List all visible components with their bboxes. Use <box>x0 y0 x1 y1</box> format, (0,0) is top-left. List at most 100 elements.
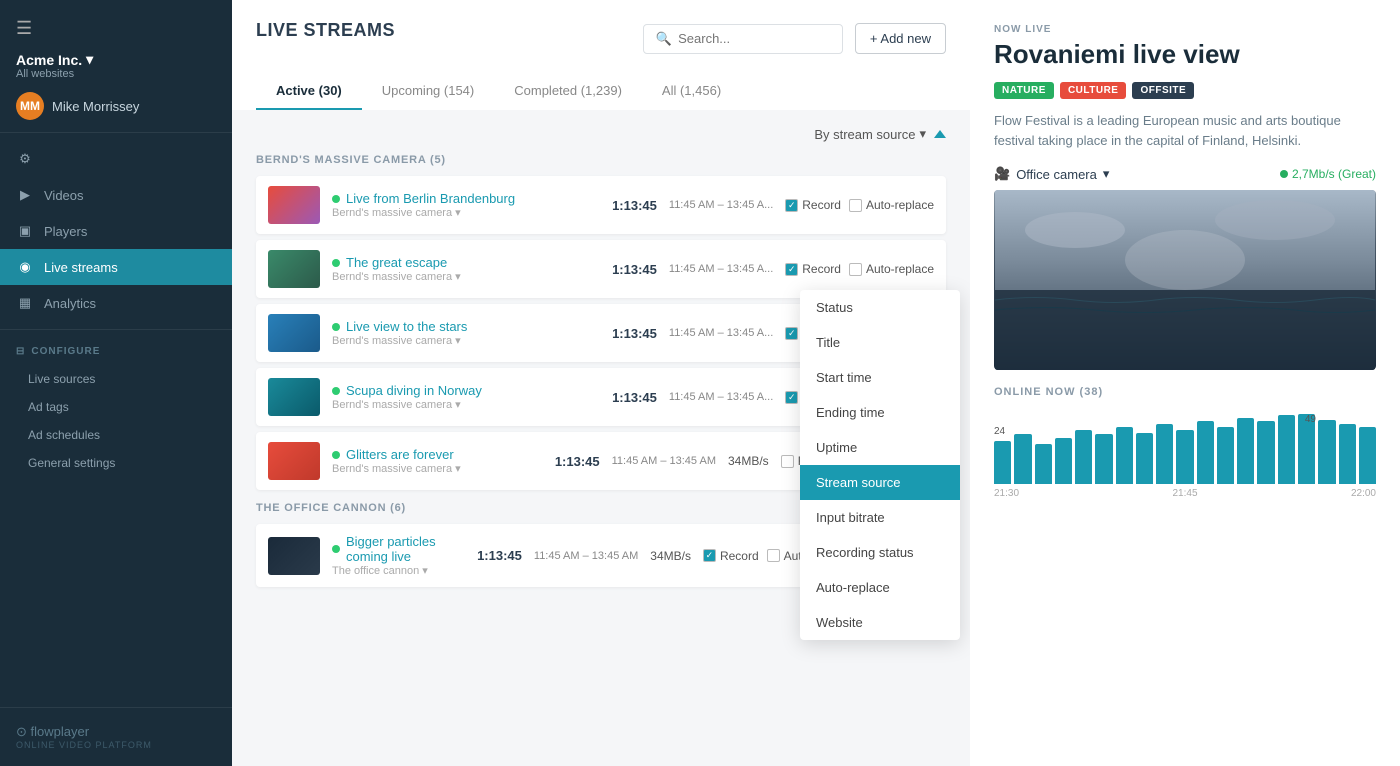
chart-bars <box>994 414 1376 484</box>
tabs: Active (30) Upcoming (154) Completed (1,… <box>256 73 946 110</box>
sort-arrow-icon[interactable] <box>934 130 946 138</box>
tab-upcoming[interactable]: Upcoming (154) <box>362 73 495 110</box>
record-checkbox[interactable]: ✓ <box>703 549 716 562</box>
dropdown-item-input-bitrate[interactable]: Input bitrate <box>800 500 960 535</box>
search-box[interactable]: 🔍 <box>643 24 843 54</box>
auto-replace-checkbox[interactable] <box>849 199 862 212</box>
dropdown-item-website[interactable]: Website <box>800 605 960 640</box>
chart-bar <box>1075 430 1092 484</box>
configure-item-general-settings[interactable]: General settings <box>0 449 232 477</box>
stream-info: Bigger particles coming live The office … <box>332 534 465 577</box>
dropdown-item-start-time[interactable]: Start time <box>800 360 960 395</box>
configure-item-live-sources[interactable]: Live sources <box>0 365 232 393</box>
stream-info: Live view to the stars Bernd's massive c… <box>332 319 600 347</box>
tab-active[interactable]: Active (30) <box>256 73 362 110</box>
detail-preview <box>994 190 1376 370</box>
search-icon: 🔍 <box>656 31 672 47</box>
stream-thumbnail <box>268 378 320 416</box>
dropdown-item-stream-source[interactable]: Stream source <box>800 465 960 500</box>
tab-all[interactable]: All (1,456) <box>642 73 741 110</box>
chart-labels: 21:30 21:45 22:00 <box>994 488 1376 499</box>
stream-source[interactable]: Bernd's massive camera ▾ <box>332 270 600 283</box>
chart-bar <box>1339 424 1356 484</box>
sidebar-item-videos[interactable]: ▶ Videos <box>0 177 232 213</box>
main-content: LIVE STREAMS 🔍 + Add new Active (30) Upc… <box>232 0 970 766</box>
camera-label[interactable]: 🎥 Office camera ▾ <box>994 166 1109 182</box>
record-checkbox[interactable]: ✓ <box>785 327 798 340</box>
stream-info: Live from Berlin Brandenburg Bernd's mas… <box>332 191 600 219</box>
org-name[interactable]: Acme Inc. ▾ <box>16 51 216 68</box>
stream-name[interactable]: Live view to the stars <box>332 319 600 334</box>
live-indicator <box>332 545 340 553</box>
stream-source[interactable]: Bernd's massive camera ▾ <box>332 334 600 347</box>
stream-duration: 1:13:45 <box>612 390 657 405</box>
detail-description: Flow Festival is a leading European musi… <box>970 111 1400 166</box>
sidebar-item-analytics[interactable]: ▦ Analytics <box>0 285 232 321</box>
stream-source[interactable]: Bernd's massive camera ▾ <box>332 398 600 411</box>
sidebar-item-live-streams[interactable]: ◉ Live streams <box>0 249 232 285</box>
chart-label-end: 22:00 <box>1351 488 1376 499</box>
auto-replace-checkbox-label[interactable]: Auto-replace <box>849 262 934 276</box>
dropdown-item-status[interactable]: Status <box>800 290 960 325</box>
record-checkbox[interactable]: ✓ <box>785 199 798 212</box>
auto-replace-checkbox[interactable] <box>849 263 862 276</box>
dropdown-item-ending-time[interactable]: Ending time <box>800 395 960 430</box>
stream-name[interactable]: Bigger particles coming live <box>332 534 465 564</box>
record-checkbox[interactable] <box>781 455 794 468</box>
menu-icon[interactable]: ☰ <box>16 18 216 39</box>
filter-button[interactable]: By stream source ▾ <box>814 126 926 142</box>
header-row: LIVE STREAMS 🔍 + Add new <box>256 20 946 57</box>
group-header-bernd: BERND'S MASSIVE CAMERA (5) <box>256 154 946 166</box>
tab-completed[interactable]: Completed (1,239) <box>494 73 642 110</box>
dropdown-item-title[interactable]: Title <box>800 325 960 360</box>
record-checkbox[interactable]: ✓ <box>785 263 798 276</box>
detail-title: Rovaniemi live view <box>970 39 1400 82</box>
dropdown-item-auto-replace[interactable]: Auto-replace <box>800 570 960 605</box>
stream-name[interactable]: Scupa diving in Norway <box>332 383 600 398</box>
online-section: ONLINE NOW (38) 49 24 21:30 21:45 22:00 <box>970 386 1400 504</box>
record-checkbox-label[interactable]: ✓ Record <box>785 262 841 276</box>
sidebar-item-players[interactable]: ▣ Players <box>0 213 232 249</box>
configure-item-ad-tags[interactable]: Ad tags <box>0 393 232 421</box>
stream-thumbnail <box>268 314 320 352</box>
stream-source[interactable]: Bernd's massive camera ▾ <box>332 462 543 475</box>
record-checkbox-label[interactable]: ✓ Record <box>785 198 841 212</box>
online-title: ONLINE NOW (38) <box>994 386 1376 398</box>
preview-image <box>994 190 1376 370</box>
stream-source[interactable]: The office cannon ▾ <box>332 564 465 577</box>
sidebar-header: ☰ Acme Inc. ▾ All websites MM Mike Morri… <box>0 0 232 133</box>
stream-name[interactable]: Glitters are forever <box>332 447 543 462</box>
stream-source[interactable]: Bernd's massive camera ▾ <box>332 206 600 219</box>
dropdown-item-uptime[interactable]: Uptime <box>800 430 960 465</box>
stream-size: 34MB/s <box>728 454 769 468</box>
configure-item-ad-schedules[interactable]: Ad schedules <box>0 421 232 449</box>
quality-dot <box>1280 170 1288 178</box>
auto-replace-checkbox-label[interactable]: Auto-replace <box>849 198 934 212</box>
sidebar-item-settings[interactable]: ⚙ <box>0 141 232 177</box>
chart-bar <box>994 441 1011 484</box>
search-input[interactable] <box>678 31 830 46</box>
stream-range: 11:45 AM – 13:45 AM <box>534 550 638 562</box>
chart-bar <box>1237 418 1254 484</box>
record-checkbox[interactable]: ✓ <box>785 391 798 404</box>
dropdown-overlay: Status Title Start time Ending time Upti… <box>800 290 960 640</box>
analytics-icon: ▦ <box>16 294 34 312</box>
auto-replace-checkbox[interactable] <box>767 549 780 562</box>
live-icon: ◉ <box>16 258 34 276</box>
chart-bar <box>1197 421 1214 484</box>
user-name: Mike Morrissey <box>52 99 139 114</box>
stream-range: 11:45 AM – 13:45 A... <box>669 327 773 339</box>
stream-range: 11:45 AM – 13:45 A... <box>669 263 773 275</box>
detail-tags: NATURE CULTURE OFFSITE <box>970 82 1400 111</box>
brand-name: ⊙ flowplayer <box>16 724 152 740</box>
record-checkbox-label[interactable]: ✓ Record <box>703 549 759 563</box>
add-new-button[interactable]: + Add new <box>855 23 946 54</box>
stream-thumbnail <box>268 186 320 224</box>
stream-name[interactable]: The great escape <box>332 255 600 270</box>
dropdown-item-recording-status[interactable]: Recording status <box>800 535 960 570</box>
quality-badge: 2,7Mb/s (Great) <box>1280 167 1376 181</box>
stream-name[interactable]: Live from Berlin Brandenburg <box>332 191 600 206</box>
streams-list: By stream source ▾ Status Title Start ti… <box>232 110 970 766</box>
chart-bar <box>1035 444 1052 484</box>
chart-bar <box>1318 420 1335 484</box>
